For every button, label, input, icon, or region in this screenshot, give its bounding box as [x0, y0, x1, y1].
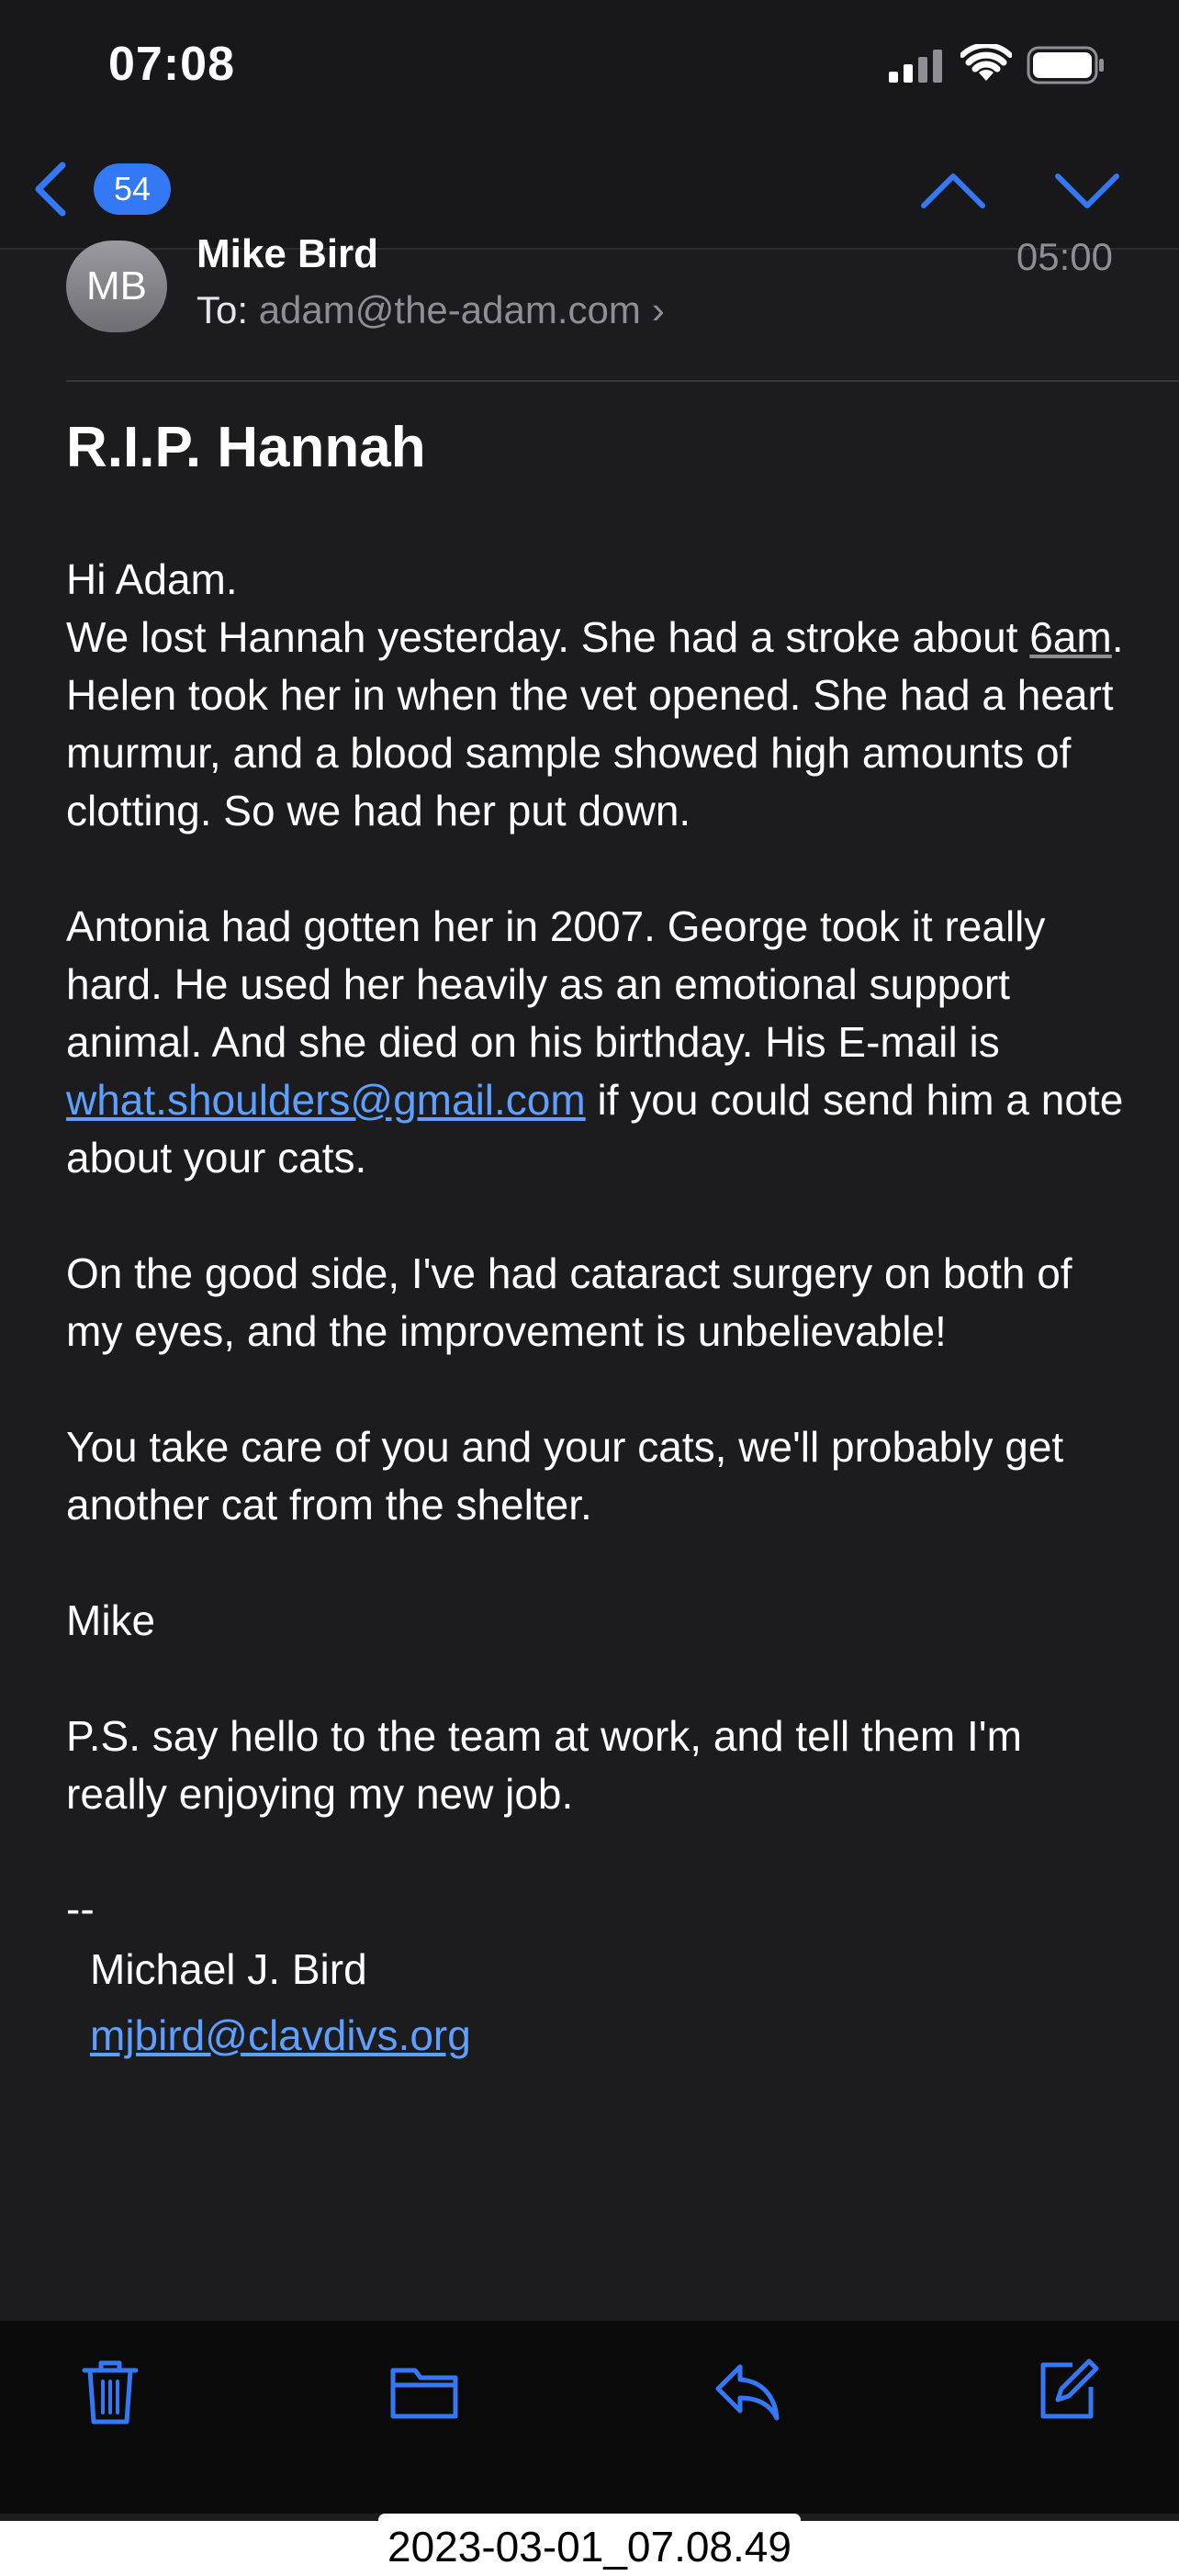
signature-email-link[interactable]: mjbird@clavdivs.org	[90, 2002, 1131, 2068]
message-subject: R.I.P. Hannah	[66, 416, 426, 479]
trash-icon[interactable]	[79, 2358, 141, 2427]
signature: -- Michael J. Bird mjbird@clavdivs.org	[66, 1881, 1131, 2068]
signature-name: Michael J. Bird	[90, 1945, 367, 1993]
paragraph-3: On the good side, I've had cataract surg…	[66, 1249, 1072, 1355]
paragraph-2: Antonia had gotten her in 2007. George t…	[66, 898, 1131, 1187]
body-text: Antonia had gotten her in 2007. George t…	[66, 902, 1046, 1066]
paragraph-1: Hi Adam. We lost Hannah yesterday. She h…	[66, 551, 1131, 840]
next-message-icon[interactable]	[1052, 165, 1122, 217]
time-link[interactable]: 6am	[1029, 613, 1111, 661]
greeting: Hi Adam.	[66, 555, 238, 603]
battery-icon	[1027, 46, 1104, 84]
status-time: 07:08	[108, 38, 235, 91]
message-body: Hi Adam. We lost Hannah yesterday. She h…	[66, 551, 1131, 2068]
recipient-address[interactable]: adam@the-adam.com	[259, 288, 641, 331]
cellular-signal-icon	[889, 50, 942, 83]
navigation-bar	[0, 138, 1179, 250]
wifi-icon	[960, 44, 1012, 81]
details-chevron-icon[interactable]: ›	[652, 288, 665, 331]
paragraph-4: You take care of you and your cats, we'l…	[66, 1423, 1064, 1529]
email-link[interactable]: what.shoulders@gmail.com	[66, 1076, 586, 1124]
header-divider	[66, 380, 1179, 382]
sender-avatar[interactable]: MB	[66, 241, 167, 332]
signature-separator: --	[66, 1885, 95, 1932]
to-label: To:	[196, 288, 249, 331]
body-text: We lost Hannah yesterday. She had a stro…	[66, 613, 1030, 661]
back-chevron-icon[interactable]	[28, 162, 73, 217]
compose-icon[interactable]	[1036, 2358, 1100, 2422]
message-time: 05:00	[1016, 235, 1113, 278]
reply-icon[interactable]	[713, 2358, 780, 2424]
bottom-toolbar	[0, 2321, 1179, 2514]
folder-icon[interactable]	[389, 2358, 459, 2422]
recipient-line[interactable]: To: adam@the-adam.com ›	[196, 288, 665, 332]
paragraph-6: P.S. say hello to the team at work, and …	[66, 1712, 1022, 1818]
paragraph-5: Mike	[66, 1596, 156, 1644]
sender-name[interactable]: Mike Bird	[196, 231, 378, 277]
previous-message-icon[interactable]	[918, 165, 988, 217]
mailbox-count-badge[interactable]: 54	[94, 163, 171, 215]
screenshot-timestamp: 2023-03-01_07.08.49	[0, 2521, 1179, 2576]
